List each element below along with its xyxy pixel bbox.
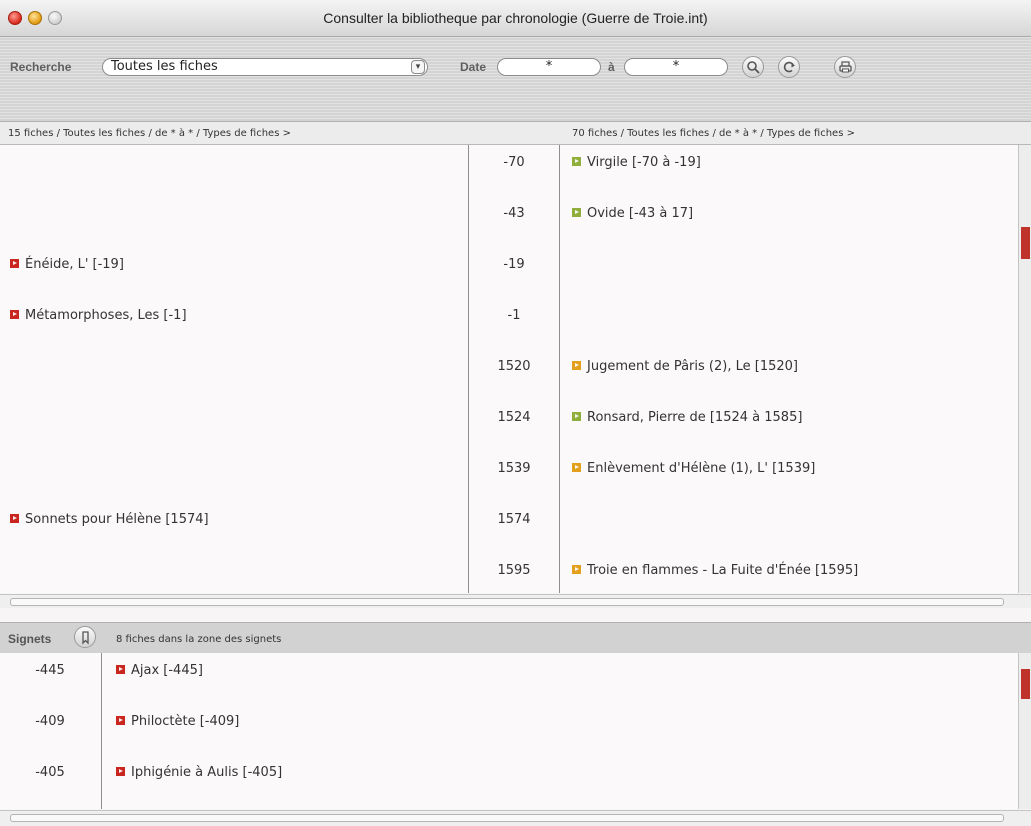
right-entry[interactable]: Virgile [-70 à -19] (572, 155, 701, 170)
bookmark-year: -445 (35, 663, 65, 678)
bookmark-button[interactable] (74, 626, 96, 648)
table-row[interactable]: 1595 Troie en flammes - La Fuite d'Énée [… (0, 553, 1019, 593)
table-row[interactable]: Énéide, L' [-19] -19 (0, 247, 1019, 298)
bookmark-year: -409 (35, 714, 65, 729)
table-row[interactable]: -43 Ovide [-43 à 17] (0, 196, 1019, 247)
print-icon (839, 61, 852, 73)
left-entry-title: Métamorphoses, Les [-1] (25, 308, 187, 323)
year-cell: 1539 (497, 461, 531, 476)
bookmarks-scroll-thumb[interactable] (1021, 669, 1030, 699)
search-select-value: Toutes les fiches (111, 59, 218, 74)
title-bar: Consulter la bibliotheque par chronologi… (0, 0, 1031, 37)
year-cell: 1574 (497, 512, 531, 527)
bookmarks-list: -445 Ajax [-445] -409 Philoctète [-409] -405… (0, 653, 1019, 809)
right-entry-title: Ovide [-43 à 17] (587, 206, 694, 221)
bookmark-entry[interactable]: Philoctète [-409] (116, 714, 239, 729)
search-button[interactable] (742, 56, 764, 78)
table-row[interactable]: Métamorphoses, Les [-1] -1 (0, 298, 1019, 349)
record-marker-icon (572, 208, 581, 217)
year-cell: 1524 (497, 410, 531, 425)
year-cell: 1595 (497, 563, 531, 578)
right-entry-title: Troie en flammes - La Fuite d'Énée [1595… (587, 563, 859, 578)
year-cell: -70 (503, 155, 525, 170)
date-to-input[interactable]: * (624, 58, 728, 76)
bookmarks-scroll-track[interactable] (10, 814, 1004, 822)
left-entry-title: Sonnets pour Hélène [1574] (25, 512, 209, 527)
bookmark-icon (82, 631, 89, 645)
bookmark-title: Ajax [-445] (131, 663, 203, 678)
date-from-input[interactable]: * (497, 58, 601, 76)
filter-info-bar: 15 fiches / Toutes les fiches / de * à *… (0, 122, 1031, 145)
table-row[interactable]: 1524 Ronsard, Pierre de [1524 à 1585] (0, 400, 1019, 451)
left-entry-title: Énéide, L' [-19] (25, 257, 124, 272)
record-marker-icon (572, 463, 581, 472)
bookmark-entry[interactable]: Iphigénie à Aulis [-405] (116, 765, 282, 780)
right-entry[interactable]: Troie en flammes - La Fuite d'Énée [1595… (572, 563, 858, 578)
timeline-vertical-scrollbar[interactable] (1018, 145, 1031, 593)
left-entry[interactable]: Énéide, L' [-19] (10, 257, 124, 272)
timeline-table: -70 Virgile [-70 à -19] -43 Ovide [-43 à 17… (0, 145, 1019, 593)
search-icon (747, 61, 760, 74)
bookmarks-horizontal-scrollbar[interactable] (0, 810, 1031, 826)
right-entry-title: Ronsard, Pierre de [1524 à 1585] (587, 410, 803, 425)
table-row[interactable]: -70 Virgile [-70 à -19] (0, 145, 1019, 196)
record-marker-icon (572, 412, 581, 421)
timeline-horizontal-scrollbar[interactable] (0, 594, 1031, 608)
left-entry[interactable]: Sonnets pour Hélène [1574] (10, 512, 209, 527)
record-marker-icon (572, 157, 581, 166)
year-cell: -1 (507, 308, 521, 323)
right-entry[interactable]: Ronsard, Pierre de [1524 à 1585] (572, 410, 802, 425)
app-window: Consulter la bibliotheque par chronologi… (0, 0, 1031, 826)
toolbar: Recherche Toutes les fiches ▾ Date * à * (0, 37, 1031, 122)
year-cell: -19 (503, 257, 525, 272)
bookmark-row[interactable]: -445 Ajax [-445] (0, 653, 1019, 704)
right-entry-title: Enlèvement d'Hélène (1), L' [1539] (587, 461, 816, 476)
refresh-icon (783, 61, 795, 73)
date-separator: à (608, 60, 615, 74)
chevron-down-icon[interactable]: ▾ (411, 60, 425, 74)
bookmark-entry[interactable]: Ajax [-445] (116, 663, 203, 678)
year-cell: -43 (503, 206, 525, 221)
right-entry[interactable]: Jugement de Pâris (2), Le [1520] (572, 359, 798, 374)
table-row[interactable]: 1539 Enlèvement d'Hélène (1), L' [1539] (0, 451, 1019, 502)
bookmark-title: Iphigénie à Aulis [-405] (131, 765, 283, 780)
refresh-button[interactable] (778, 56, 800, 78)
bookmark-title: Philoctète [-409] (131, 714, 240, 729)
record-marker-icon (572, 361, 581, 370)
scroll-track[interactable] (10, 598, 1004, 606)
bookmarks-bar: Signets 8 fiches dans la zone des signet… (0, 622, 1031, 654)
record-marker-icon (10, 310, 19, 319)
right-entry-title: Jugement de Pâris (2), Le [1520] (587, 359, 798, 374)
record-marker-icon (10, 514, 19, 523)
record-marker-icon (116, 665, 125, 674)
record-marker-icon (116, 716, 125, 725)
search-select[interactable]: Toutes les fiches ▾ (102, 58, 428, 76)
table-row[interactable]: Sonnets pour Hélène [1574] 1574 (0, 502, 1019, 553)
bookmark-year: -405 (35, 765, 65, 780)
left-filter-summary[interactable]: 15 fiches / Toutes les fiches / de * à *… (8, 128, 291, 139)
table-row[interactable]: 1520 Jugement de Pâris (2), Le [1520] (0, 349, 1019, 400)
bookmarks-count: 8 fiches dans la zone des signets (116, 634, 282, 645)
bookmarks-vertical-scrollbar[interactable] (1018, 653, 1031, 809)
right-entry-title: Virgile [-70 à -19] (587, 155, 701, 170)
scroll-thumb[interactable] (1021, 227, 1030, 259)
search-label: Recherche (10, 60, 72, 74)
print-button[interactable] (834, 56, 856, 78)
record-marker-icon (116, 767, 125, 776)
window-title: Consulter la bibliotheque par chronologi… (323, 10, 708, 26)
record-marker-icon (10, 259, 19, 268)
left-entry[interactable]: Métamorphoses, Les [-1] (10, 308, 187, 323)
record-marker-icon (572, 565, 581, 574)
right-entry[interactable]: Ovide [-43 à 17] (572, 206, 693, 221)
right-entry[interactable]: Enlèvement d'Hélène (1), L' [1539] (572, 461, 815, 476)
year-cell: 1520 (497, 359, 531, 374)
date-label: Date (460, 60, 487, 74)
bookmark-row[interactable]: -405 Iphigénie à Aulis [-405] (0, 755, 1019, 806)
bookmark-row[interactable]: -409 Philoctète [-409] (0, 704, 1019, 755)
bookmarks-label: Signets (8, 632, 52, 646)
right-filter-summary[interactable]: 70 fiches / Toutes les fiches / de * à *… (572, 128, 855, 139)
